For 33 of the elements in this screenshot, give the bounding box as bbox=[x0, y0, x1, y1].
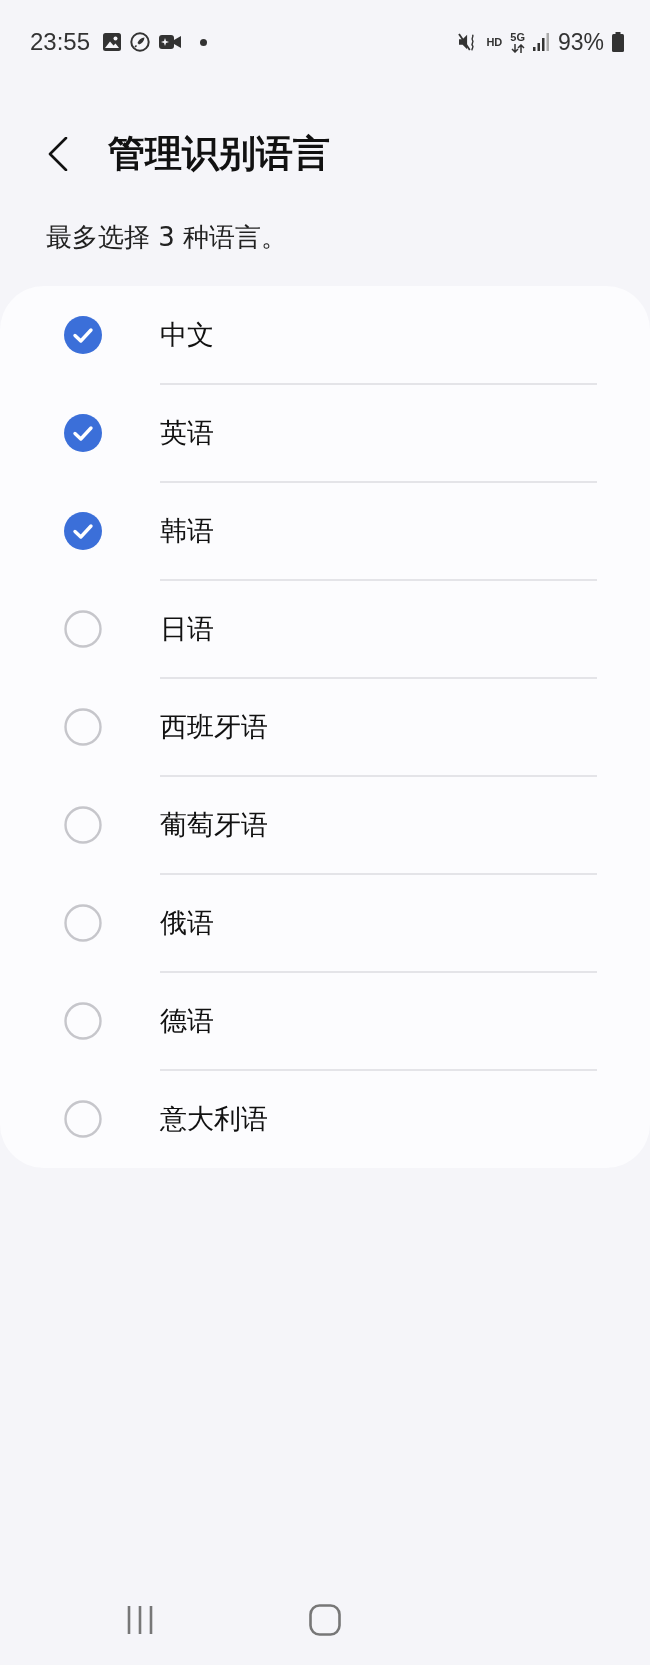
notification-dot-icon bbox=[200, 38, 208, 46]
battery-percent: 93% bbox=[557, 28, 604, 56]
language-option[interactable]: 中文 bbox=[0, 286, 650, 384]
network-label: 5G bbox=[510, 31, 525, 43]
data-arrows-icon bbox=[510, 43, 525, 53]
checkbox[interactable] bbox=[64, 512, 102, 550]
checkbox[interactable] bbox=[64, 904, 102, 942]
image-icon bbox=[103, 33, 122, 51]
checkbox[interactable] bbox=[64, 708, 102, 746]
battery-icon bbox=[612, 32, 624, 52]
page-title: 管理识别语言 bbox=[108, 131, 330, 177]
language-option[interactable]: 韩语 bbox=[0, 482, 650, 580]
language-option[interactable]: 俄语 bbox=[0, 874, 650, 972]
hd-label: HD bbox=[486, 36, 503, 48]
checkbox[interactable] bbox=[64, 806, 102, 844]
language-option[interactable]: 日语 bbox=[0, 580, 650, 678]
compass-icon bbox=[130, 32, 151, 52]
checkbox[interactable] bbox=[64, 1100, 102, 1138]
hint-text: 最多选择 3 种语言。 bbox=[46, 224, 288, 250]
signal-icon bbox=[532, 33, 550, 51]
recent-apps-icon[interactable] bbox=[126, 1605, 154, 1635]
home-icon[interactable] bbox=[309, 1604, 341, 1636]
language-option[interactable]: 德语 bbox=[0, 972, 650, 1070]
video-camera-icon bbox=[159, 34, 182, 50]
checkbox[interactable] bbox=[64, 1002, 102, 1040]
status-time: 23:55 bbox=[30, 28, 91, 56]
language-option[interactable]: 英语 bbox=[0, 384, 650, 482]
language-option[interactable]: 葡萄牙语 bbox=[0, 776, 650, 874]
checkbox[interactable] bbox=[64, 414, 102, 452]
language-option[interactable]: 意大利语 bbox=[0, 1070, 650, 1168]
checkbox[interactable] bbox=[64, 610, 102, 648]
checkbox[interactable] bbox=[64, 316, 102, 354]
language-option[interactable]: 西班牙语 bbox=[0, 678, 650, 776]
